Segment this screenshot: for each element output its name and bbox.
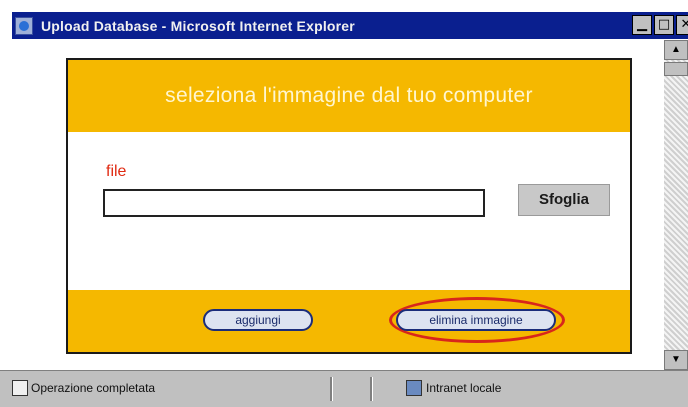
- window-controls: ▁ □ ✕: [632, 15, 688, 35]
- upload-panel: seleziona l'immagine dal tuo computer fi…: [66, 58, 632, 354]
- add-button[interactable]: aggiungi: [203, 309, 313, 331]
- file-label: file: [106, 163, 127, 180]
- panel-header: seleziona l'immagine dal tuo computer: [68, 60, 630, 132]
- scroll-thumb[interactable]: [664, 62, 688, 76]
- browse-button[interactable]: Sfoglia: [518, 184, 610, 216]
- status-text: Operazione completata: [31, 381, 156, 395]
- maximize-button[interactable]: □: [654, 15, 674, 35]
- window-title: Upload Database - Microsoft Internet Exp…: [41, 17, 355, 34]
- title-bar: Upload Database - Microsoft Internet Exp…: [12, 12, 688, 39]
- intranet-zone-icon: [406, 380, 422, 396]
- browser-window: Upload Database - Microsoft Internet Exp…: [0, 0, 688, 407]
- status-bar: Operazione completata Intranet locale: [0, 370, 688, 407]
- page-done-icon: [12, 380, 28, 396]
- file-path-input[interactable]: [103, 189, 485, 217]
- vertical-scrollbar[interactable]: ▲ ▼: [664, 40, 688, 370]
- delete-image-button[interactable]: elimina immagine: [396, 309, 556, 331]
- page-content: seleziona l'immagine dal tuo computer fi…: [12, 40, 664, 370]
- status-divider: [330, 377, 333, 401]
- scroll-down-icon[interactable]: ▼: [664, 350, 688, 370]
- minimize-button[interactable]: ▁: [632, 15, 652, 35]
- internet-explorer-icon: [15, 16, 33, 35]
- close-button[interactable]: ✕: [676, 15, 688, 35]
- status-divider: [370, 377, 373, 401]
- panel-header-text: seleziona l'immagine dal tuo computer: [165, 84, 533, 107]
- panel-footer: aggiungi elimina immagine: [68, 290, 630, 352]
- zone-text: Intranet locale: [426, 381, 502, 395]
- scroll-up-icon[interactable]: ▲: [664, 40, 688, 60]
